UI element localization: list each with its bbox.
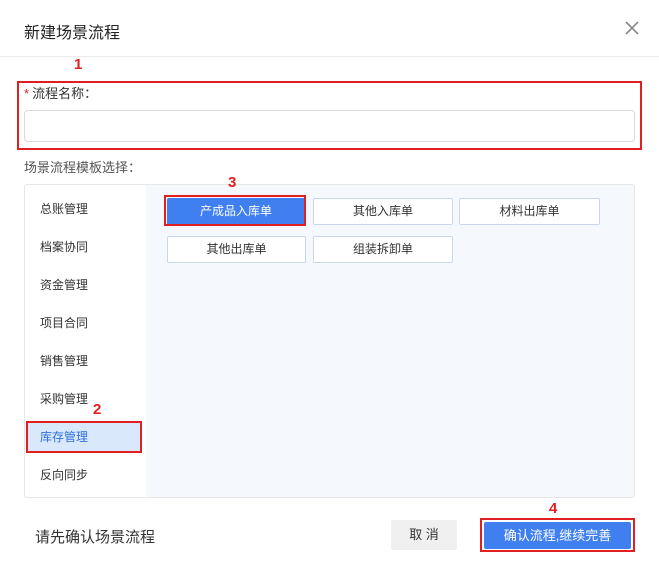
template-assembly-disassembly[interactable]: 组装拆卸单: [313, 236, 453, 263]
sidebar-item-inventory[interactable]: 库存管理: [27, 422, 142, 452]
annotation-1: 1: [74, 56, 83, 73]
template-other-inbound[interactable]: 其他入库单: [313, 198, 453, 225]
template-material-outbound[interactable]: 材料出库单: [459, 198, 600, 225]
sidebar-item-funds[interactable]: 资金管理: [27, 270, 142, 300]
flow-name-label: * 流程名称：: [24, 83, 97, 102]
template-panel: 总账管理 档案协同 资金管理 项目合同 销售管理 采购管理 库存管理 反向同步 …: [24, 184, 635, 498]
required-mark: *: [24, 86, 30, 101]
cancel-button[interactable]: 取 消: [391, 520, 457, 550]
template-select-label: 场景流程模板选择：: [24, 160, 142, 175]
confirm-continue-button[interactable]: 确认流程,继续完善: [484, 522, 631, 549]
dialog-header: 新建场景流程: [0, 0, 659, 57]
sidebar-item-archive-collab[interactable]: 档案协同: [27, 232, 142, 262]
annotation-2: 2: [93, 401, 102, 418]
dialog-title: 新建场景流程: [24, 25, 121, 42]
module-sidebar: 总账管理 档案协同 资金管理 项目合同 销售管理 采购管理 库存管理 反向同步: [25, 185, 146, 497]
sidebar-item-project-contract[interactable]: 项目合同: [27, 308, 142, 338]
sidebar-item-purchase[interactable]: 采购管理: [27, 384, 142, 414]
sidebar-item-reverse-sync[interactable]: 反向同步: [27, 460, 142, 490]
close-icon[interactable]: [622, 18, 642, 38]
footer-status-message: 请先确认场景流程: [35, 529, 156, 546]
flow-name-label-text: 流程名称：: [32, 86, 98, 101]
template-other-outbound[interactable]: 其他出库单: [167, 236, 306, 263]
template-finished-goods-inbound[interactable]: 产成品入库单: [167, 198, 305, 225]
new-scene-flow-dialog: 新建场景流程 1 * 流程名称： 场景流程模板选择： 总账管理 档案协同 资金管理…: [0, 0, 659, 565]
flow-name-input[interactable]: [24, 110, 635, 142]
annotation-4: 4: [549, 500, 558, 517]
sidebar-item-general-ledger[interactable]: 总账管理: [27, 194, 142, 224]
annotation-3: 3: [228, 174, 237, 191]
sidebar-item-sales[interactable]: 销售管理: [27, 346, 142, 376]
